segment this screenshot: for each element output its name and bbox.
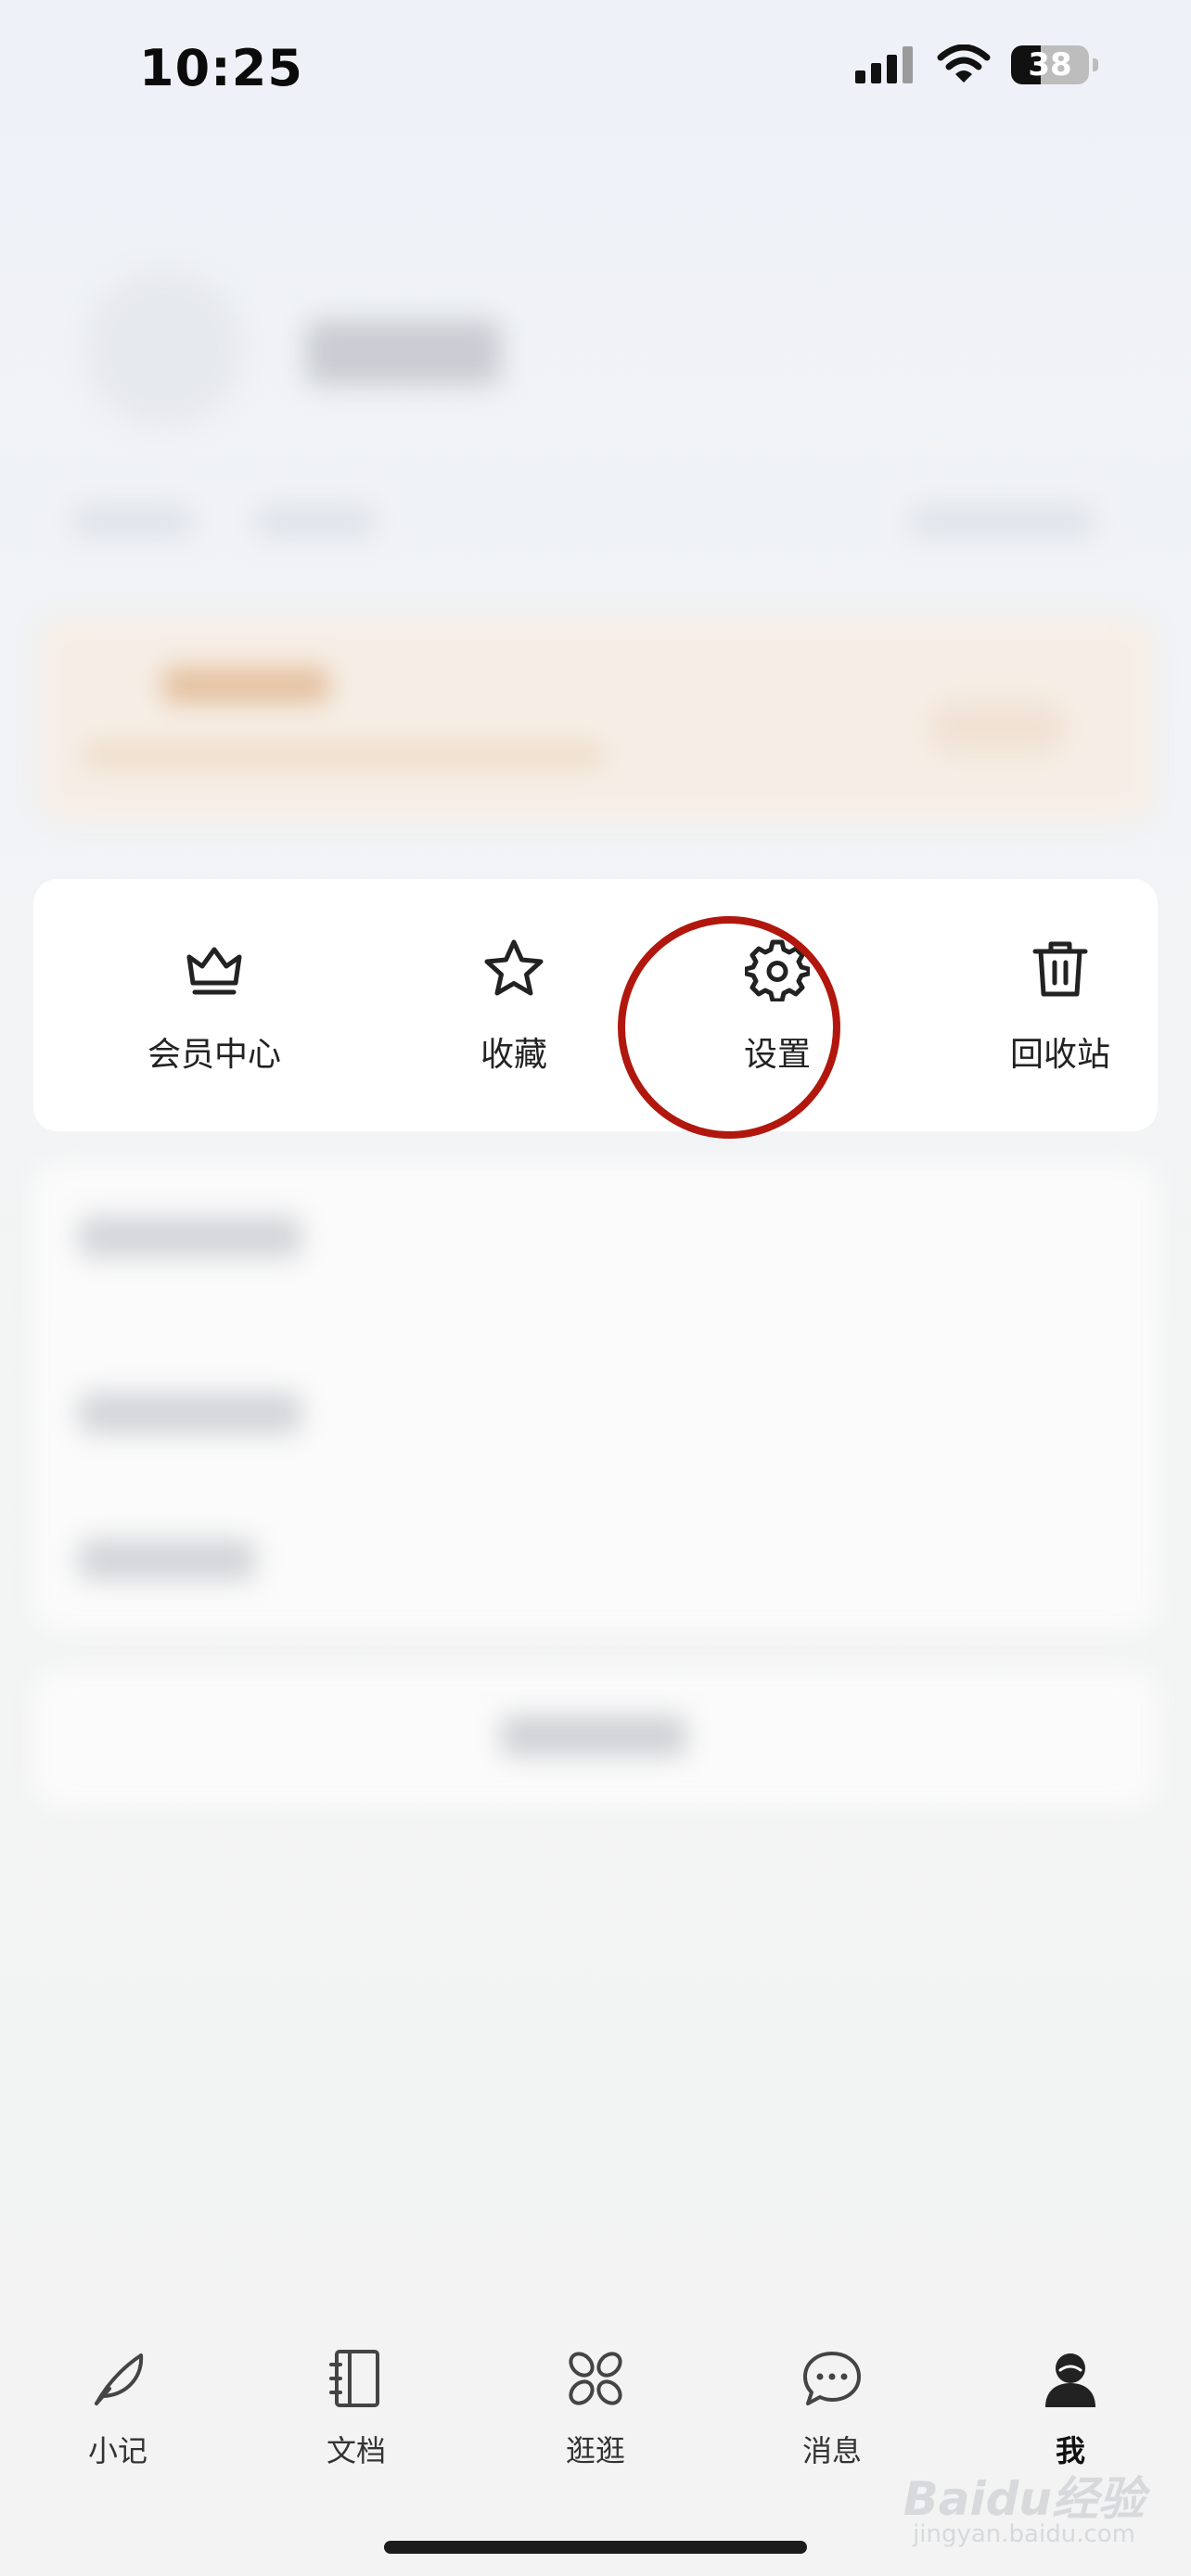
- quick-actions-card: 会员中心 收藏 设置 回收站: [33, 879, 1158, 1131]
- crown-icon: [186, 947, 242, 995]
- watermark-url: jingyan.baidu.com: [913, 2520, 1135, 2548]
- wifi-icon: [937, 45, 991, 83]
- home-indicator: [384, 2541, 807, 2554]
- avatar[interactable]: [85, 269, 243, 427]
- star-icon: [484, 939, 544, 996]
- tab-me[interactable]: 我: [996, 2346, 1145, 2470]
- tab-notes[interactable]: 小记: [44, 2346, 192, 2470]
- status-time: 10:25: [139, 39, 303, 97]
- battery-indicator: 38: [1011, 45, 1089, 84]
- tab-documents[interactable]: 文档: [282, 2346, 430, 2470]
- stat-placeholder: [72, 505, 193, 537]
- grid-petals-icon: [569, 2352, 622, 2405]
- tab-browse[interactable]: 逛逛: [521, 2346, 670, 2470]
- watermark-logo: Baidu经验: [903, 2472, 1145, 2526]
- vip-subtitle-placeholder: [83, 742, 603, 768]
- vip-button-placeholder[interactable]: [928, 700, 1067, 756]
- quick-action-label: 收藏: [480, 1036, 547, 1074]
- quick-action-label: 会员中心: [147, 1036, 281, 1074]
- tab-messages[interactable]: 消息: [758, 2346, 906, 2470]
- battery-percentage: 38: [1028, 46, 1072, 83]
- cellular-signal-icon: [855, 46, 913, 83]
- status-icons: 38: [855, 45, 1098, 85]
- notebook-icon: [329, 2350, 379, 2407]
- username-placeholder: [306, 320, 501, 385]
- gear-icon: [745, 939, 810, 1001]
- quick-action-settings[interactable]: 设置: [675, 937, 879, 1076]
- quick-action-recycle-bin[interactable]: 回收站: [958, 937, 1162, 1076]
- tab-label: 小记: [87, 2433, 147, 2468]
- user-icon: [1045, 2353, 1095, 2407]
- trash-icon: [1032, 941, 1088, 997]
- stat-placeholder: [909, 505, 1095, 537]
- quick-action-label: 设置: [743, 1036, 811, 1074]
- list-item[interactable]: [79, 1393, 301, 1434]
- quick-action-label: 回收站: [1009, 1036, 1110, 1074]
- quick-action-membership[interactable]: 会员中心: [112, 937, 316, 1076]
- tab-label: 消息: [801, 2433, 862, 2468]
- battery-tip: [1093, 58, 1098, 71]
- tab-label: 逛逛: [565, 2433, 625, 2468]
- vip-title-placeholder: [162, 668, 329, 703]
- stat-placeholder: [255, 505, 376, 537]
- feather-icon: [95, 2353, 144, 2405]
- list-item[interactable]: [79, 1217, 301, 1257]
- logout-button-placeholder[interactable]: [501, 1715, 686, 1756]
- chat-bubble-icon: [803, 2352, 861, 2405]
- quick-action-favorites[interactable]: 收藏: [412, 937, 616, 1076]
- list-item[interactable]: [79, 1539, 255, 1580]
- tab-label: 文档: [326, 2433, 386, 2468]
